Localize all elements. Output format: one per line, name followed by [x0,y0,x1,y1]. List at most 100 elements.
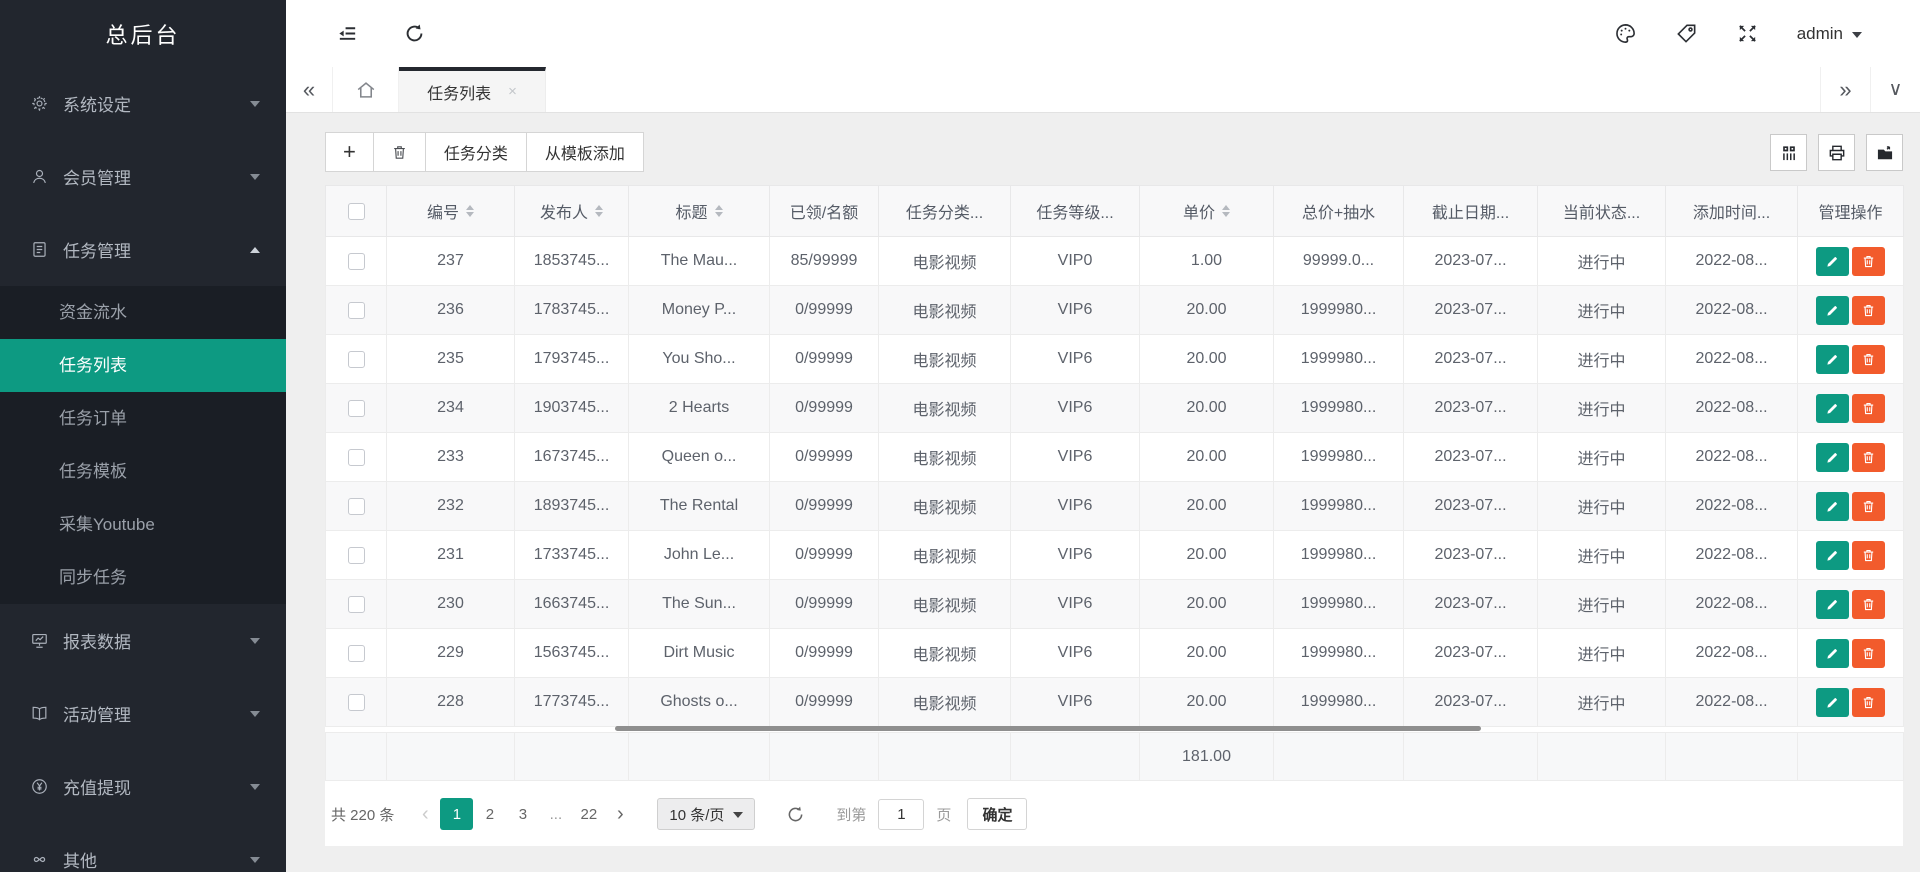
cell-id: 233 [387,433,515,482]
tabs-menu-button[interactable]: ∨ [1870,67,1920,112]
prev-page-button[interactable]: ‹ [410,798,440,830]
refresh-icon [785,804,806,825]
sort-caret[interactable] [466,205,474,217]
sort-caret[interactable] [1222,205,1230,217]
tabs-scroll-left-button[interactable]: « [286,67,333,112]
recharge-yuan-icon [28,776,50,798]
cell-title: The Mau... [629,237,770,286]
edit-button[interactable] [1816,541,1849,570]
delete-button[interactable] [1852,541,1885,570]
sort-caret[interactable] [715,205,723,217]
sort-caret[interactable] [595,205,603,217]
cell-id: 231 [387,531,515,580]
summary-empty-cell [879,733,1011,781]
sidebar-subitem-任务订单[interactable]: 任务订单 [0,392,286,445]
sidebar-item-任务管理[interactable]: 任务管理 [0,213,286,286]
row-checkbox[interactable] [348,645,365,662]
delete-button[interactable] [1852,296,1885,325]
row-checkbox[interactable] [348,253,365,270]
cell-publisher: 1673745... [515,433,629,482]
delete-button[interactable] [1852,590,1885,619]
sidebar-subitem-任务模板[interactable]: 任务模板 [0,445,286,498]
edit-button[interactable] [1816,345,1849,374]
sidebar-subitem-同步任务[interactable]: 同步任务 [0,551,286,604]
add-from-template-button[interactable]: 从模板添加 [526,132,644,172]
edit-button[interactable] [1816,590,1849,619]
page-number-1[interactable]: 1 [440,798,473,830]
sidebar-subitem-资金流水[interactable]: 资金流水 [0,286,286,339]
sidebar-item-活动管理[interactable]: 活动管理 [0,677,286,750]
report-board-icon [28,630,50,652]
user-menu[interactable]: admin [1797,24,1862,44]
delete-button[interactable] [1852,345,1885,374]
add-button[interactable]: + [325,132,374,172]
cell-actions [1798,433,1904,482]
tab-task-list[interactable]: 任务列表 × [399,67,546,112]
column-label: 任务等级... [1036,199,1113,223]
cell-checkbox [326,335,387,384]
sidebar-item-其他[interactable]: 其他 [0,823,286,872]
row-checkbox[interactable] [348,351,365,368]
sidebar-item-会员管理[interactable]: 会员管理 [0,140,286,213]
edit-button[interactable] [1816,394,1849,423]
cell-category: 电影视频 [879,678,1011,727]
edit-button[interactable] [1816,247,1849,276]
sidebar-subitem-采集Youtube[interactable]: 采集Youtube [0,498,286,551]
select-all-checkbox[interactable] [348,203,365,220]
tab-close-icon[interactable]: × [508,83,517,100]
home-tab-button[interactable] [333,67,399,112]
confirm-button[interactable]: 确定 [967,798,1027,830]
delete-button[interactable] [1852,688,1885,717]
row-checkbox[interactable] [348,596,365,613]
sidebar-subitem-任务列表[interactable]: 任务列表 [0,339,286,392]
tabs-scroll-right-button[interactable]: » [1820,67,1870,112]
cell-actions [1798,482,1904,531]
delete-button[interactable] [1852,492,1885,521]
export-button[interactable] [1866,134,1903,171]
row-checkbox[interactable] [348,547,365,564]
delete-button[interactable] [1852,394,1885,423]
pencil-icon [1825,499,1840,514]
chevron-up-icon [250,247,260,253]
edit-button[interactable] [1816,296,1849,325]
horizontal-scrollbar[interactable] [615,726,1481,731]
row-checkbox[interactable] [348,400,365,417]
row-checkbox[interactable] [348,498,365,515]
cell-claimed: 0/99999 [770,629,879,678]
delete-button[interactable] [1852,247,1885,276]
edit-button[interactable] [1816,492,1849,521]
toggle-columns-button[interactable] [1770,134,1807,171]
cell-level: VIP6 [1011,384,1140,433]
page-number-2[interactable]: 2 [473,798,506,830]
delete-button[interactable] [1852,639,1885,668]
trash-icon [1861,303,1876,318]
tag-icon[interactable] [1675,22,1698,45]
sidebar-item-报表数据[interactable]: 报表数据 [0,604,286,677]
edit-button[interactable] [1816,688,1849,717]
task-category-button[interactable]: 任务分类 [425,132,527,172]
sidebar-item-充值提现[interactable]: 充值提现 [0,750,286,823]
delete-button[interactable] [1852,443,1885,472]
page-number-3[interactable]: 3 [506,798,539,830]
edit-button[interactable] [1816,443,1849,472]
refresh-icon[interactable] [403,22,426,45]
row-checkbox[interactable] [348,302,365,319]
sidebar-item-系统设定[interactable]: 系统设定 [0,67,286,140]
delete-selected-button[interactable] [373,132,426,172]
topbar: admin [286,0,1920,67]
page-size-select[interactable]: 10 条/页 [657,798,755,830]
row-checkbox[interactable] [348,694,365,711]
goto-page-input[interactable] [878,799,924,830]
row-checkbox[interactable] [348,449,365,466]
edit-button[interactable] [1816,639,1849,668]
palette-icon[interactable] [1614,22,1637,45]
fullscreen-icon[interactable] [1736,22,1759,45]
collapse-menu-icon[interactable] [336,22,359,45]
sidebar-item-label: 报表数据 [63,628,250,653]
print-button[interactable] [1818,134,1855,171]
page-number-22[interactable]: 22 [572,798,605,830]
table-row: 2331673745...Queen o...0/99999电影视频VIP620… [326,433,1904,482]
reload-button[interactable] [785,804,806,825]
goto-label: 到第 [836,804,866,825]
next-page-button[interactable]: › [605,798,635,830]
